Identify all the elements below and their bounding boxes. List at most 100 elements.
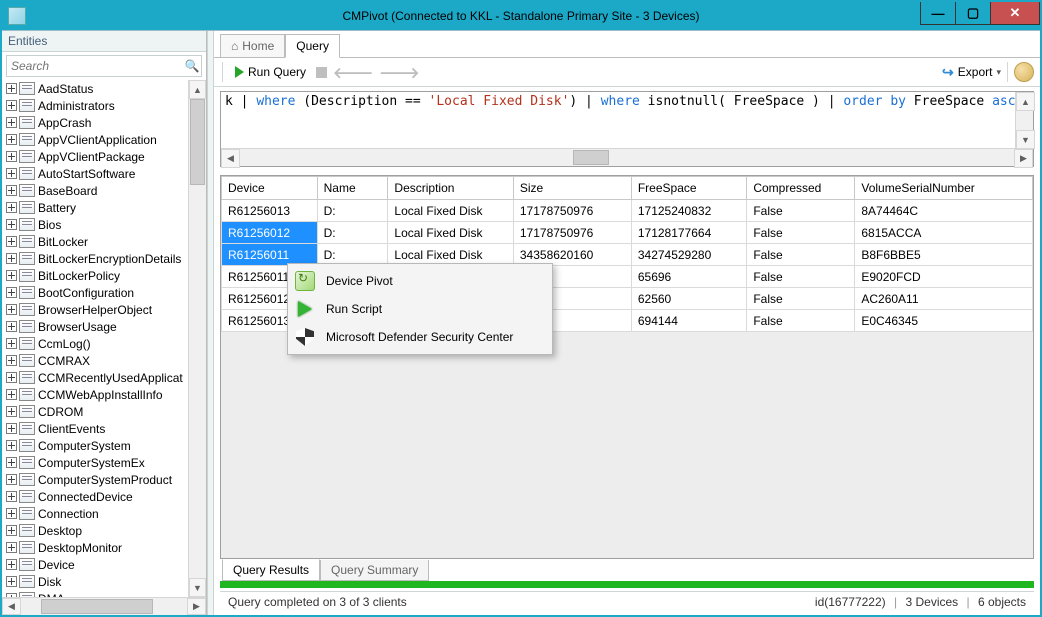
- entity-item[interactable]: DesktopMonitor: [6, 539, 188, 556]
- nav-forward-button[interactable]: 🡒: [379, 63, 419, 82]
- splitter[interactable]: [207, 31, 214, 615]
- expand-icon[interactable]: [6, 236, 17, 247]
- expand-icon[interactable]: [6, 338, 17, 349]
- hscroll-thumb[interactable]: [41, 599, 153, 614]
- column-header[interactable]: Compressed: [747, 177, 855, 200]
- entity-item[interactable]: CDROM: [6, 403, 188, 420]
- entity-item[interactable]: ComputerSystemProduct: [6, 471, 188, 488]
- entity-item[interactable]: BitLockerEncryptionDetails: [6, 250, 188, 267]
- entity-item[interactable]: CCMRAX: [6, 352, 188, 369]
- table-row[interactable]: R61256012D:Local Fixed Disk1717875097617…: [222, 222, 1033, 244]
- entity-item[interactable]: Device: [6, 556, 188, 573]
- scroll-up-icon[interactable]: ▲: [189, 80, 206, 99]
- tab-query-results[interactable]: Query Results: [222, 559, 320, 581]
- maximize-button[interactable]: ▢: [955, 2, 990, 25]
- minimize-button[interactable]: —: [920, 2, 955, 25]
- expand-icon[interactable]: [6, 355, 17, 366]
- expand-icon[interactable]: [6, 100, 17, 111]
- export-button[interactable]: Export: [958, 65, 993, 79]
- scroll-down-icon[interactable]: ▼: [189, 578, 206, 597]
- expand-icon[interactable]: [6, 440, 17, 451]
- entity-item[interactable]: Connection: [6, 505, 188, 522]
- expand-icon[interactable]: [6, 542, 17, 553]
- column-header[interactable]: Size: [513, 177, 631, 200]
- entity-item[interactable]: AppVClientPackage: [6, 148, 188, 165]
- tree-hscroll[interactable]: ◀ ▶: [2, 597, 206, 615]
- expand-icon[interactable]: [6, 457, 17, 468]
- editor-hscroll[interactable]: ◀▶: [221, 148, 1033, 166]
- tab-query-summary[interactable]: Query Summary: [320, 560, 429, 581]
- entity-item[interactable]: AutoStartSoftware: [6, 165, 188, 182]
- editor-vscroll[interactable]: ▲▼: [1015, 92, 1033, 149]
- entity-item[interactable]: CCMWebAppInstallInfo: [6, 386, 188, 403]
- expand-icon[interactable]: [6, 219, 17, 230]
- entity-item[interactable]: BaseBoard: [6, 182, 188, 199]
- expand-icon[interactable]: [6, 270, 17, 281]
- expand-icon[interactable]: [6, 559, 17, 570]
- expand-icon[interactable]: [6, 508, 17, 519]
- ctx-defender[interactable]: Microsoft Defender Security Center: [290, 323, 550, 351]
- expand-icon[interactable]: [6, 168, 17, 179]
- tree-vscroll[interactable]: ▲ ▼: [188, 80, 206, 597]
- expand-icon[interactable]: [6, 117, 17, 128]
- expand-icon[interactable]: [6, 83, 17, 94]
- export-dropdown-icon[interactable]: ▾: [996, 67, 1001, 78]
- expand-icon[interactable]: [6, 202, 17, 213]
- expand-icon[interactable]: [6, 593, 17, 597]
- run-query-button[interactable]: Run Query: [231, 63, 310, 81]
- column-header[interactable]: Name: [317, 177, 388, 200]
- expand-icon[interactable]: [6, 406, 17, 417]
- column-header[interactable]: FreeSpace: [631, 177, 746, 200]
- entity-item[interactable]: ClientEvents: [6, 420, 188, 437]
- entities-search[interactable]: 🔍: [6, 55, 202, 77]
- expand-icon[interactable]: [6, 474, 17, 485]
- stop-button[interactable]: [316, 67, 327, 78]
- close-button[interactable]: ✕: [990, 2, 1040, 25]
- expand-icon[interactable]: [6, 151, 17, 162]
- entity-item[interactable]: CcmLog(): [6, 335, 188, 352]
- expand-icon[interactable]: [6, 185, 17, 196]
- expand-icon[interactable]: [6, 253, 17, 264]
- expand-icon[interactable]: [6, 304, 17, 315]
- entity-item[interactable]: AppVClientApplication: [6, 131, 188, 148]
- entity-item[interactable]: Bios: [6, 216, 188, 233]
- column-header[interactable]: Description: [388, 177, 513, 200]
- ctx-device-pivot[interactable]: Device Pivot: [290, 267, 550, 295]
- entity-item[interactable]: ComputerSystemEx: [6, 454, 188, 471]
- expand-icon[interactable]: [6, 287, 17, 298]
- search-input[interactable]: [7, 59, 183, 73]
- entity-item[interactable]: Battery: [6, 199, 188, 216]
- entity-item[interactable]: Administrators: [6, 97, 188, 114]
- tab-query[interactable]: Query: [285, 34, 340, 58]
- expand-icon[interactable]: [6, 134, 17, 145]
- entity-item[interactable]: BootConfiguration: [6, 284, 188, 301]
- entity-item[interactable]: BrowserUsage: [6, 318, 188, 335]
- scroll-right-icon[interactable]: ▶: [187, 598, 206, 615]
- entity-item[interactable]: BitLockerPolicy: [6, 267, 188, 284]
- entity-item[interactable]: AadStatus: [6, 80, 188, 97]
- expand-icon[interactable]: [6, 372, 17, 383]
- query-editor[interactable]: k | where (Description == 'Local Fixed D…: [220, 91, 1034, 167]
- entity-item[interactable]: Desktop: [6, 522, 188, 539]
- entity-item[interactable]: AppCrash: [6, 114, 188, 131]
- ctx-run-script[interactable]: Run Script: [290, 295, 550, 323]
- entity-item[interactable]: BitLocker: [6, 233, 188, 250]
- scroll-thumb[interactable]: [190, 99, 205, 185]
- scroll-left-icon[interactable]: ◀: [2, 598, 21, 615]
- tab-home[interactable]: ⌂ Home: [220, 34, 285, 57]
- table-row[interactable]: R61256013D:Local Fixed Disk1717875097617…: [222, 200, 1033, 222]
- expand-icon[interactable]: [6, 491, 17, 502]
- entity-item[interactable]: Disk: [6, 573, 188, 590]
- entity-item[interactable]: BrowserHelperObject: [6, 301, 188, 318]
- column-header[interactable]: VolumeSerialNumber: [855, 177, 1033, 200]
- expand-icon[interactable]: [6, 321, 17, 332]
- expand-icon[interactable]: [6, 525, 17, 536]
- nav-back-button[interactable]: 🡐: [333, 63, 373, 82]
- expand-icon[interactable]: [6, 423, 17, 434]
- expand-icon[interactable]: [6, 576, 17, 587]
- column-header[interactable]: Device: [222, 177, 318, 200]
- entities-tree[interactable]: AadStatusAdministratorsAppCrashAppVClien…: [2, 80, 188, 597]
- entity-item[interactable]: ComputerSystem: [6, 437, 188, 454]
- entity-item[interactable]: CCMRecentlyUsedApplicat: [6, 369, 188, 386]
- entity-item[interactable]: ConnectedDevice: [6, 488, 188, 505]
